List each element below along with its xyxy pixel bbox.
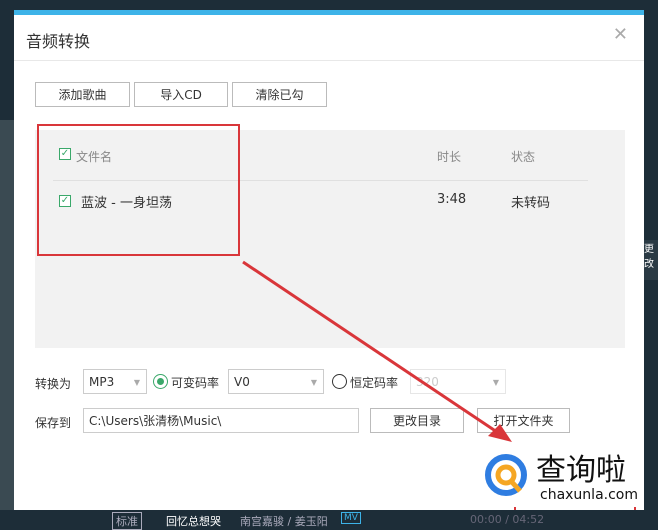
- watermark-brand: 查询啦: [536, 453, 626, 488]
- search-logo-icon: [485, 454, 527, 496]
- player-bar: 标准 回忆总想哭 南宫嘉骏 / 姜玉阳 MV 00:00 / 04:52: [0, 510, 658, 530]
- quality-badge[interactable]: 标准: [112, 512, 142, 530]
- play-time: 00:00 / 04:52: [470, 513, 545, 526]
- watermark-logo: 查询啦 chaxunla.com: [480, 445, 640, 507]
- song-title[interactable]: 回忆总想哭: [166, 513, 221, 529]
- mv-badge[interactable]: MV: [341, 512, 361, 524]
- watermark-url: chaxunla.com: [540, 487, 638, 503]
- song-artist[interactable]: 南宫嘉骏 / 姜玉阳: [240, 513, 328, 529]
